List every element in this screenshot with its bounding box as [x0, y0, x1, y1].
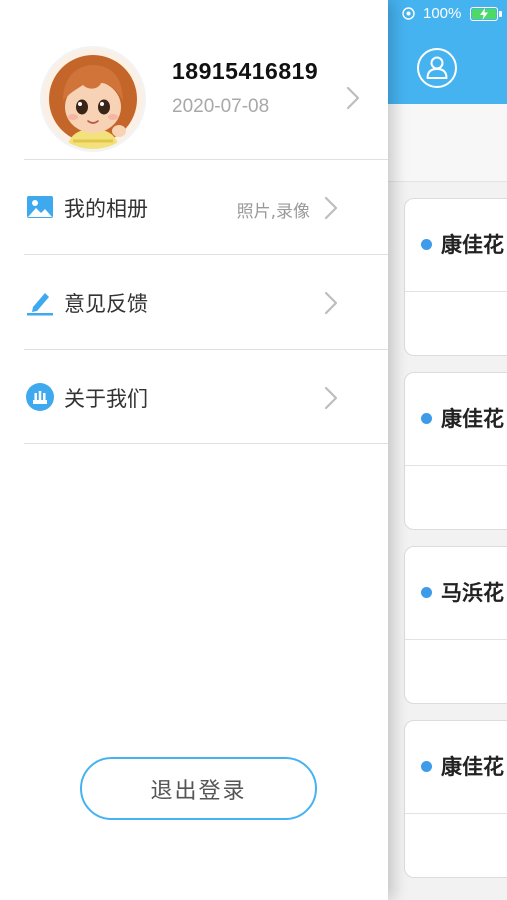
chevron-right-icon: [324, 291, 338, 315]
orientation-lock-icon: [402, 7, 415, 20]
chevron-right-icon: [324, 196, 338, 220]
sub-header-bar: [388, 104, 507, 182]
list-card[interactable]: 康佳花: [404, 372, 507, 530]
list-card[interactable]: 康佳花: [404, 198, 507, 356]
list-card[interactable]: 马浜花: [404, 546, 507, 704]
user-profile-icon[interactable]: [417, 48, 457, 88]
menu-item-about[interactable]: 关于我们: [0, 350, 388, 444]
photo-album-icon: [27, 196, 53, 218]
status-bar: 100%: [388, 0, 507, 30]
card-title: 康佳花: [441, 233, 504, 257]
pencil-icon: [27, 293, 53, 316]
logout-button[interactable]: 退出登录: [80, 757, 317, 820]
side-drawer: 18915416819 2020-07-08 我的相册 照片,录像 意见反馈 关…: [0, 0, 388, 900]
status-dot: [421, 761, 432, 772]
menu-item-value: 照片,录像: [236, 202, 310, 222]
phone-number: 18915416819: [172, 58, 319, 84]
menu-item-feedback[interactable]: 意见反馈: [0, 255, 388, 349]
battery-icon: [470, 7, 498, 21]
menu-item-label: 关于我们: [64, 387, 148, 411]
list-card[interactable]: 康佳花: [404, 720, 507, 878]
register-date: 2020-07-08: [172, 96, 270, 117]
menu-item-label: 意见反馈: [64, 292, 148, 316]
card-title: 康佳花: [441, 755, 504, 779]
profile-header[interactable]: 18915416819 2020-07-08: [0, 0, 388, 160]
avatar[interactable]: [40, 46, 146, 152]
about-icon: [26, 383, 54, 411]
status-dot: [421, 587, 432, 598]
chevron-right-icon: [346, 86, 360, 110]
status-dot: [421, 413, 432, 424]
card-title: 马浜花: [441, 581, 504, 605]
menu-item-album[interactable]: 我的相册 照片,录像: [0, 160, 388, 254]
battery-percentage: 100%: [423, 5, 462, 22]
status-dot: [421, 239, 432, 250]
app-header: 100%: [388, 0, 507, 104]
chevron-right-icon: [324, 386, 338, 410]
background-screen: 100% 康佳花 康佳花 马浜花 康佳花: [388, 0, 507, 900]
card-title: 康佳花: [441, 407, 504, 431]
divider: [24, 443, 388, 444]
menu-item-label: 我的相册: [64, 197, 148, 221]
